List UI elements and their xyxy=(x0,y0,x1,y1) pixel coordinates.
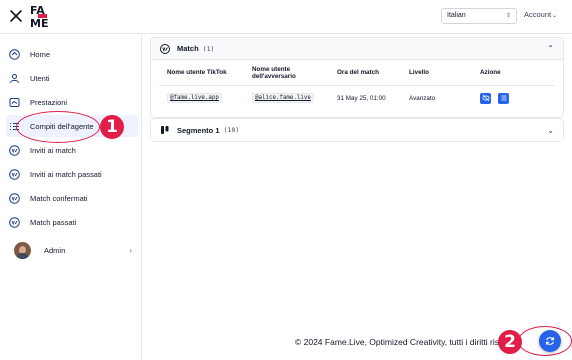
match-level: Avanzato xyxy=(409,94,436,102)
sidebar-item-prestazioni[interactable]: Prestazioni xyxy=(6,91,138,113)
segment-card: Segmento 1 (10) ⌄ xyxy=(150,118,564,142)
home-icon xyxy=(9,48,20,60)
sidebar-item-label: Home xyxy=(30,49,51,59)
versus-icon xyxy=(9,144,20,156)
column-header: Nome utente TikTok xyxy=(167,69,227,77)
app-root: FA ME Italian ⇕ Account⌄ Home Utenti Pre… xyxy=(0,0,572,360)
account-label: Account xyxy=(524,10,552,19)
versus-icon xyxy=(9,216,20,228)
language-value: Italian xyxy=(447,12,466,19)
table-header: Nome utente TikTok Nome utente dell'avve… xyxy=(159,60,555,86)
avatar xyxy=(14,241,31,259)
chevron-up-icon[interactable]: ⌃ xyxy=(547,44,554,53)
sidebar-item-home[interactable]: Home xyxy=(6,43,138,65)
annotation-badge-1: 1 xyxy=(100,115,124,139)
segment-card-header[interactable]: Segmento 1 (10) ⌄ xyxy=(151,119,563,141)
sidebar-item-label: Match confermati xyxy=(30,193,88,203)
match-card-count: (1) xyxy=(202,44,215,53)
match-time: 31 May 25, 01:00 xyxy=(337,94,386,102)
sidebar-item-utenti[interactable]: Utenti xyxy=(6,67,138,89)
segment-icon xyxy=(160,125,170,135)
annotation-ellipse-1 xyxy=(16,111,100,143)
match-table: Nome utente TikTok Nome utente dell'avve… xyxy=(159,60,555,110)
chevron-right-icon: › xyxy=(129,245,132,255)
versus-icon xyxy=(160,43,170,54)
column-header: Azione xyxy=(480,69,501,77)
versus-icon xyxy=(9,168,20,180)
segment-card-count: (10) xyxy=(223,126,240,134)
chevron-down-icon[interactable]: ⌄ xyxy=(547,126,554,135)
column-header: Ora del match xyxy=(337,69,379,77)
annotation-ellipse-2 xyxy=(518,326,572,356)
chevron-down-icon: ⌄ xyxy=(552,13,558,19)
footer-text: © 2024 Fame.Live, Optimized Creativity, … xyxy=(295,337,501,347)
segment-card-title: Segmento 1 xyxy=(177,125,220,135)
sidebar-item-label: Prestazioni xyxy=(30,97,68,107)
sidebar-item-label: Inviti ai match xyxy=(30,145,76,155)
sidebar-item-label: Utenti xyxy=(30,73,50,83)
tiktok-username-cell: @fame.live.app xyxy=(167,86,222,110)
sidebar-item-inviti-passati[interactable]: Inviti ai match passati xyxy=(6,163,138,185)
column-header: Livello xyxy=(409,69,429,77)
sidebar-item-inviti[interactable]: Inviti ai match xyxy=(6,139,138,161)
select-chevron-icon: ⇕ xyxy=(505,13,511,19)
user-icon xyxy=(9,73,20,84)
opponent-username-cell: @alice.fame.live xyxy=(252,86,314,110)
sidebar-item-passati[interactable]: Match passati xyxy=(6,211,138,233)
match-card: Match (1) ⌃ Nome utente TikTok Nome uten… xyxy=(150,37,564,118)
top-header: FA ME Italian ⇕ Account⌄ xyxy=(0,0,572,34)
table-row: @fame.live.app @alice.fame.live 31 May 2… xyxy=(159,86,555,110)
account-menu[interactable]: Account⌄ xyxy=(524,10,557,19)
admin-label: Admin xyxy=(44,245,66,255)
action-cell xyxy=(480,86,516,110)
versus-icon xyxy=(9,192,20,204)
sidebar-item-confermati[interactable]: Match confermati xyxy=(6,187,138,209)
close-icon[interactable] xyxy=(9,9,23,23)
fame-logo: FA ME xyxy=(30,4,48,29)
admin-profile[interactable]: Admin › xyxy=(6,239,132,261)
hide-button[interactable] xyxy=(480,92,491,104)
svg-text:ME: ME xyxy=(30,17,48,29)
sidebar-item-label: Inviti ai match passati xyxy=(30,169,102,179)
column-header: Nome utente dell'avversario xyxy=(252,65,296,81)
details-list-button[interactable] xyxy=(498,92,509,104)
tiktok-username[interactable]: @fame.live.app xyxy=(167,93,222,103)
performance-icon xyxy=(9,97,20,108)
match-card-header[interactable]: Match (1) ⌃ xyxy=(151,38,563,60)
match-card-title: Match xyxy=(177,44,199,53)
opponent-username[interactable]: @alice.fame.live xyxy=(252,93,314,103)
annotation-badge-2: 2 xyxy=(498,330,522,354)
sidebar-item-label: Match passati xyxy=(30,217,77,227)
language-select[interactable]: Italian ⇕ xyxy=(441,8,517,24)
sidebar: Home Utenti Prestazioni Compiti dell'age… xyxy=(0,34,142,360)
